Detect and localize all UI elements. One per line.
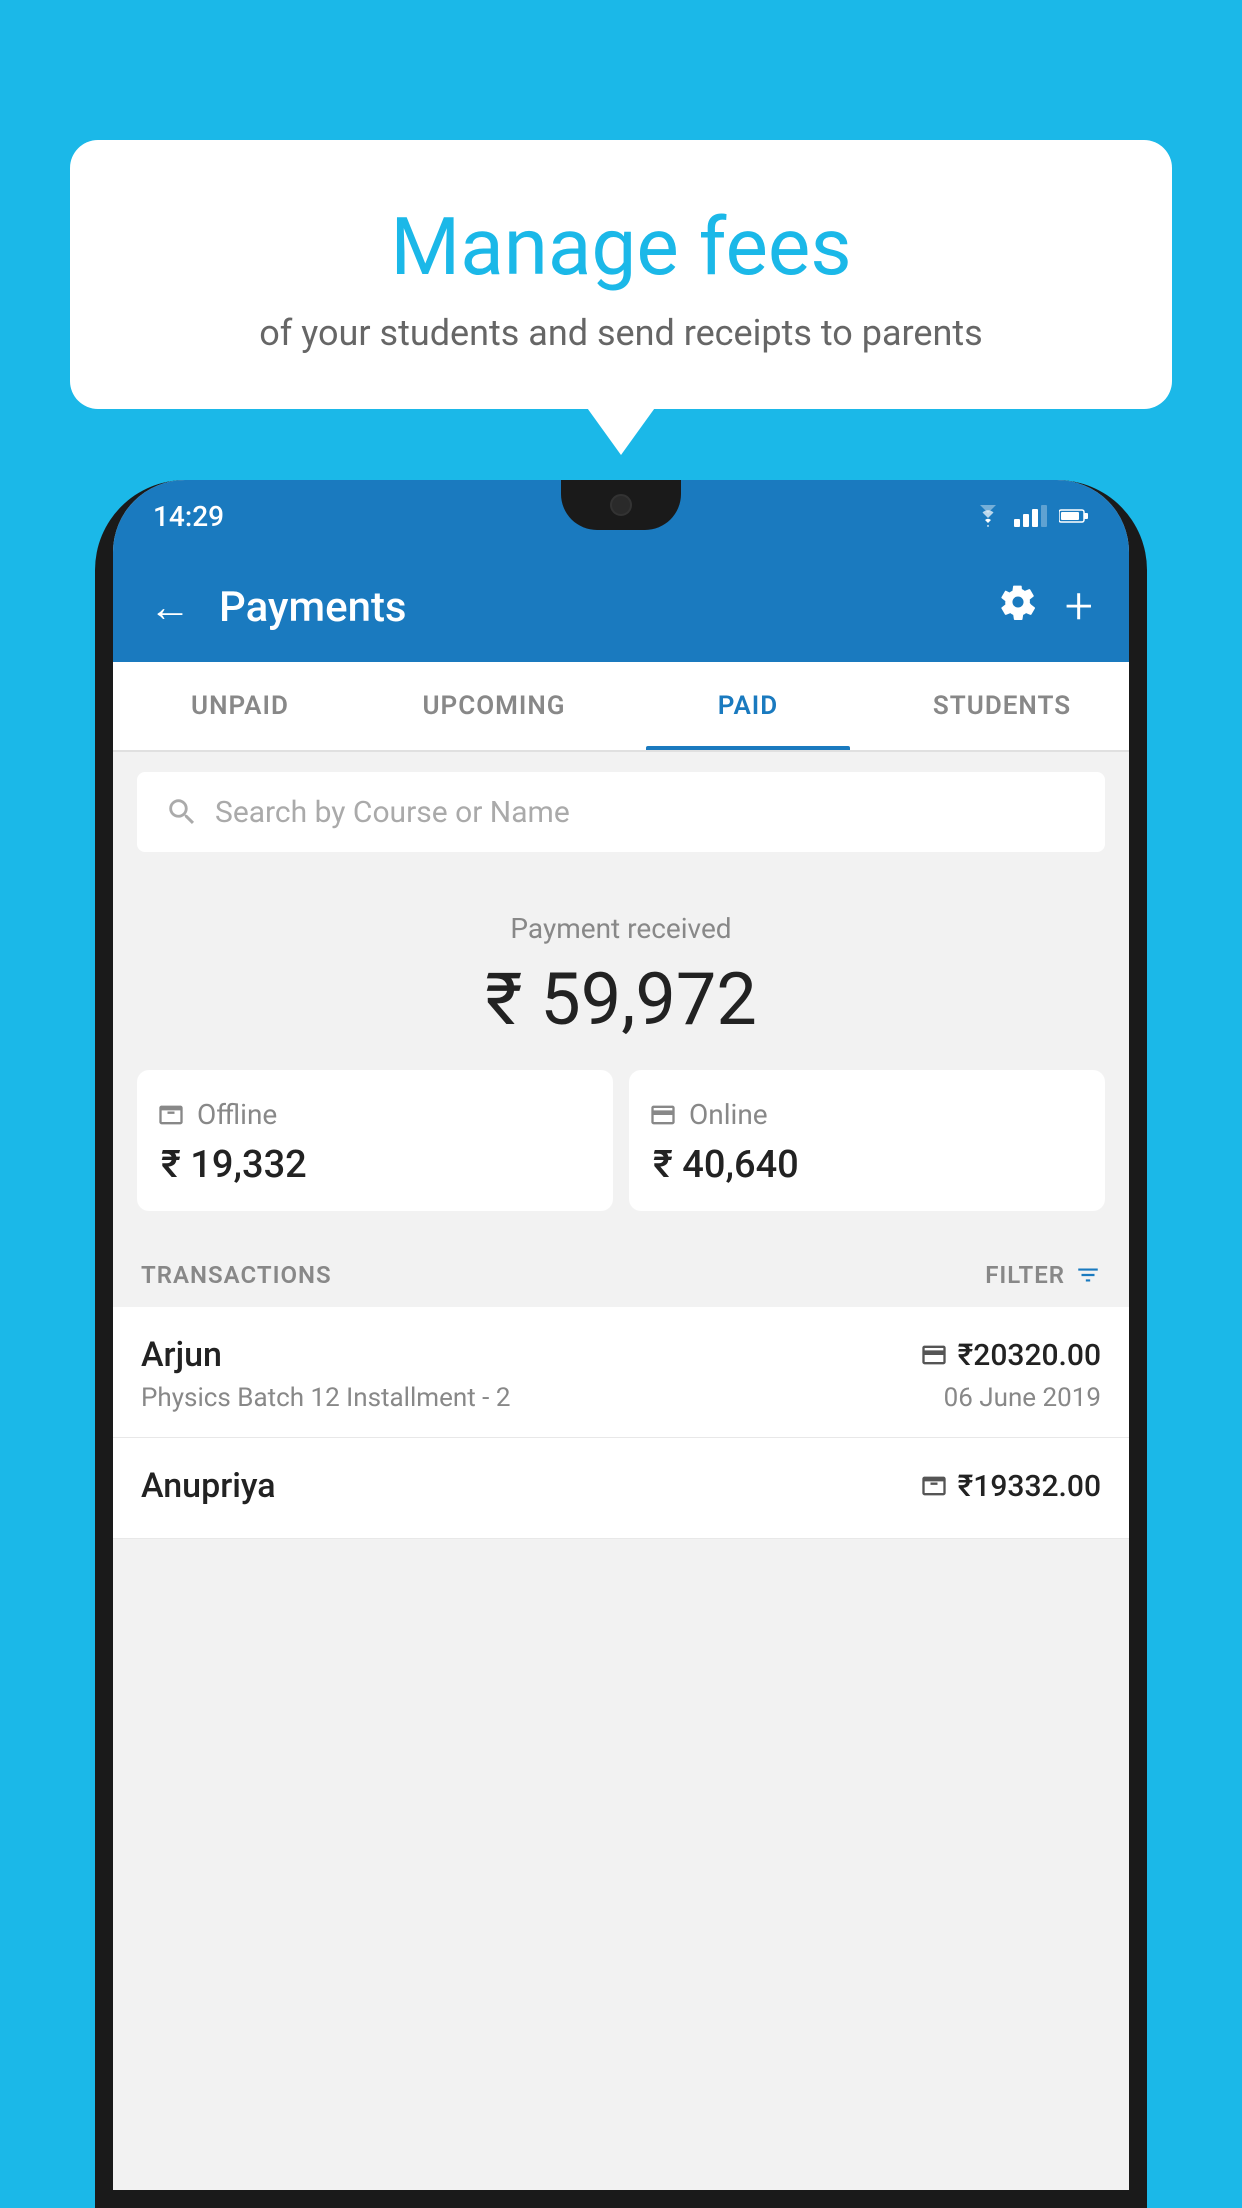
speech-bubble-container: Manage fees of your students and send re…: [70, 140, 1172, 409]
offline-label: Offline: [197, 1098, 277, 1131]
signal-icon: [1014, 505, 1047, 527]
battery-icon: [1059, 508, 1089, 524]
total-payment-amount: ₹ 59,972: [137, 957, 1105, 1042]
camera: [610, 494, 632, 516]
online-label: Online: [689, 1098, 768, 1131]
transaction-date: 06 June 2019: [944, 1383, 1101, 1413]
tab-paid[interactable]: PAID: [621, 662, 875, 750]
tab-students[interactable]: STUDENTS: [875, 662, 1129, 750]
transaction-amount-value: ₹19332.00: [958, 1469, 1101, 1504]
wifi-icon: [974, 505, 1002, 527]
tab-upcoming[interactable]: UPCOMING: [367, 662, 621, 750]
bubble-subtitle: of your students and send receipts to pa…: [140, 312, 1102, 354]
offline-card: Offline ₹ 19,332: [137, 1070, 613, 1211]
transaction-item[interactable]: Anupriya ₹19332.00: [113, 1438, 1129, 1539]
transactions-label: TRANSACTIONS: [141, 1261, 332, 1289]
status-bar: 14:29: [113, 480, 1129, 552]
payment-breakdown: Offline ₹ 19,332 Online ₹ 40,640: [137, 1070, 1105, 1211]
phone-frame: 14:29: [95, 480, 1147, 2208]
transaction-amount-value: ₹20320.00: [958, 1338, 1101, 1373]
transaction-item[interactable]: Arjun ₹20320.00 Physics Batch 12 Install…: [113, 1307, 1129, 1438]
filter-label: FILTER: [985, 1261, 1065, 1289]
tabs-bar: UNPAID UPCOMING PAID STUDENTS: [113, 662, 1129, 752]
filter-button[interactable]: FILTER: [985, 1261, 1101, 1289]
app-bar: ← Payments +: [113, 552, 1129, 662]
speech-bubble: Manage fees of your students and send re…: [70, 140, 1172, 409]
transactions-header: TRANSACTIONS FILTER: [113, 1239, 1129, 1307]
search-container: Search by Course or Name: [113, 752, 1129, 872]
gear-icon: [999, 583, 1037, 621]
offline-payment-icon: [157, 1101, 185, 1129]
tab-unpaid[interactable]: UNPAID: [113, 662, 367, 750]
filter-icon: [1075, 1262, 1101, 1288]
bubble-title: Manage fees: [140, 200, 1102, 294]
payment-type-icon: [920, 1341, 948, 1369]
student-name: Arjun: [141, 1335, 222, 1375]
add-button[interactable]: +: [1065, 578, 1093, 636]
phone-screen: 14:29: [113, 480, 1129, 2190]
search-placeholder: Search by Course or Name: [215, 795, 570, 830]
course-info: Physics Batch 12 Installment - 2: [141, 1383, 510, 1413]
phone-notch: [561, 480, 681, 530]
settings-button[interactable]: [999, 583, 1037, 631]
online-card: Online ₹ 40,640: [629, 1070, 1105, 1211]
student-name: Anupriya: [141, 1466, 276, 1506]
offline-amount: ₹ 19,332: [157, 1143, 593, 1187]
back-button[interactable]: ←: [149, 583, 191, 632]
payment-received-label: Payment received: [137, 912, 1105, 945]
online-amount: ₹ 40,640: [649, 1143, 1085, 1187]
payment-summary: Payment received ₹ 59,972 Offline ₹ 19,3…: [113, 872, 1129, 1239]
search-icon: [165, 795, 199, 829]
online-payment-icon: [649, 1101, 677, 1129]
page-title: Payments: [219, 583, 971, 632]
status-time: 14:29: [153, 500, 224, 533]
app-bar-actions: +: [999, 578, 1093, 636]
status-icons: [974, 505, 1089, 527]
payment-type-icon: [920, 1472, 948, 1500]
transaction-list: Arjun ₹20320.00 Physics Batch 12 Install…: [113, 1307, 1129, 1539]
search-bar[interactable]: Search by Course or Name: [137, 772, 1105, 852]
